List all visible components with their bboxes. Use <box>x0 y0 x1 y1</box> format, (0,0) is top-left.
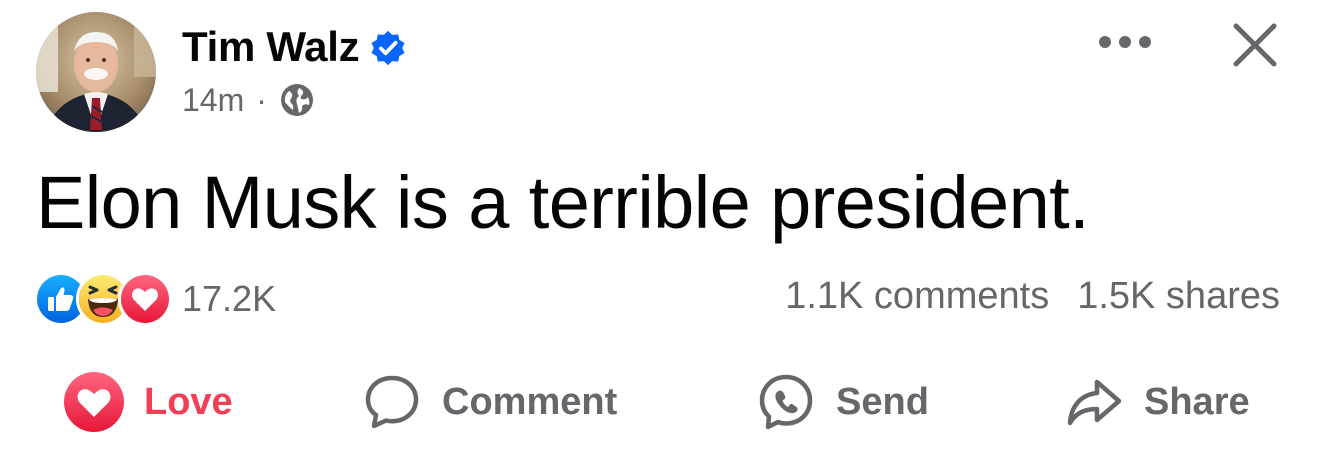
comment-bubble-icon <box>365 375 419 429</box>
send-button-label: Send <box>836 380 929 423</box>
more-horizontal-icon <box>1099 36 1151 48</box>
author-avatar[interactable] <box>36 12 156 132</box>
more-options-button[interactable] <box>1093 22 1157 62</box>
verified-badge-icon <box>369 28 407 66</box>
comments-count[interactable]: 1.1K comments <box>785 272 1049 320</box>
action-bar: Love Comment Send Share <box>0 366 1320 438</box>
engagement-stats: 1.1K comments 1.5K shares <box>785 272 1280 320</box>
messenger-icon <box>759 374 813 430</box>
post-text: Elon Musk is a terrible president. <box>36 161 1090 244</box>
comment-button-label: Comment <box>442 380 618 423</box>
post-meta: 14m · <box>182 80 315 120</box>
share-arrow-icon <box>1067 379 1122 426</box>
author-name[interactable]: Tim Walz <box>182 22 407 72</box>
reaction-count[interactable]: 17.2K <box>182 277 276 321</box>
love-reaction-icon <box>118 272 172 326</box>
post-timestamp[interactable]: 14m <box>182 80 244 120</box>
reactions-summary[interactable]: 17.2K <box>34 272 276 326</box>
love-button-label: Love <box>144 380 233 423</box>
facebook-post: Tim Walz 14m · Elon Musk is a terrible p… <box>0 0 1320 456</box>
share-button-label: Share <box>1144 380 1250 423</box>
love-button[interactable]: Love <box>64 366 233 438</box>
love-reaction-icon <box>64 372 124 432</box>
share-button[interactable]: Share <box>1064 366 1250 438</box>
meta-separator: · <box>256 82 267 118</box>
globe-icon <box>279 82 315 118</box>
shares-count[interactable]: 1.5K shares <box>1077 272 1280 320</box>
close-icon <box>1233 23 1277 67</box>
comment-button[interactable]: Comment <box>362 366 617 438</box>
author-name-text[interactable]: Tim Walz <box>182 22 360 72</box>
close-button[interactable] <box>1226 16 1284 74</box>
send-button[interactable]: Send <box>756 366 929 438</box>
